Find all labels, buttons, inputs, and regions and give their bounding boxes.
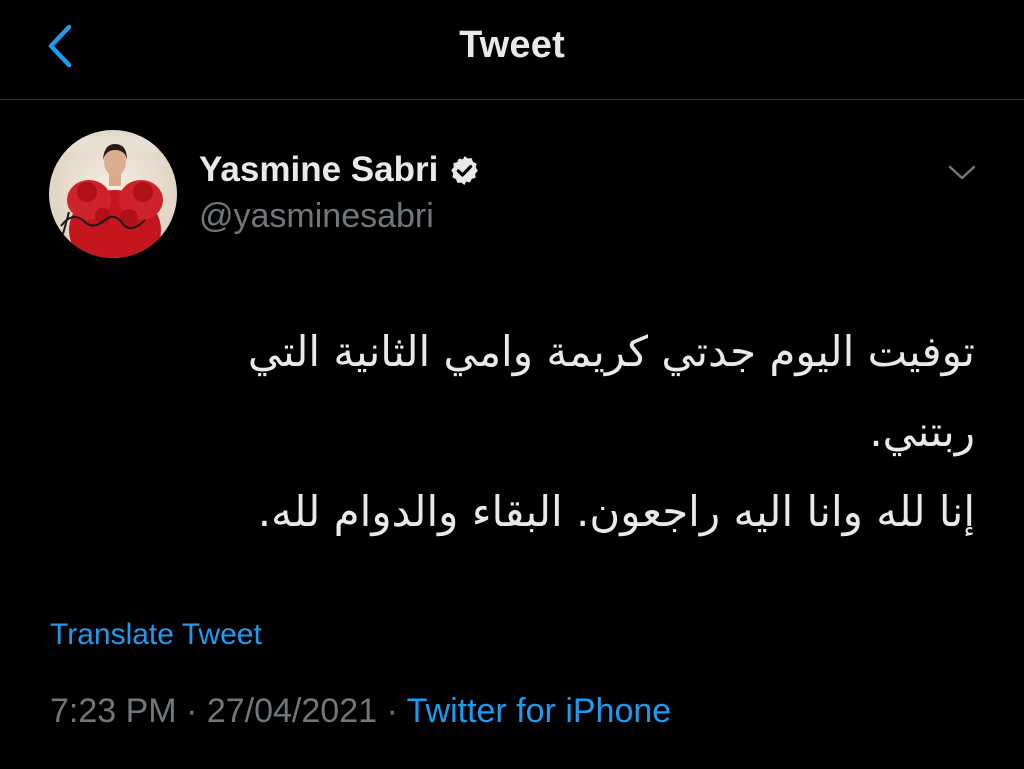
- tweet-time: 7:23 PM: [50, 692, 177, 730]
- tweet-source-link[interactable]: Twitter for iPhone: [407, 692, 672, 730]
- author-name-row[interactable]: Yasmine Sabri: [199, 150, 481, 190]
- tweet-text-line: إنا لله وانا اليه راجعون. البقاء والدوام…: [257, 487, 975, 536]
- author-display-name: Yasmine Sabri: [199, 150, 439, 189]
- page-title: Tweet: [459, 24, 565, 66]
- tweet-metadata: 7:23 PM · 27/04/2021 · Twitter for iPhon…: [50, 692, 671, 731]
- translate-tweet-link[interactable]: Translate Tweet: [50, 618, 262, 652]
- tweet-text: توفيت اليوم جدتي كريمة وامي الثانية التي…: [130, 312, 975, 552]
- avatar[interactable]: [49, 130, 177, 258]
- tweet-text-line: توفيت اليوم جدتي كريمة وامي الثانية التي…: [247, 327, 975, 456]
- author-handle[interactable]: @yasminesabri: [199, 197, 434, 236]
- navigation-bar: Tweet: [0, 0, 1024, 100]
- meta-separator: ·: [176, 692, 207, 730]
- verified-badge-icon: [451, 155, 479, 185]
- more-options-button[interactable]: [940, 155, 984, 191]
- chevron-down-icon: [948, 165, 976, 180]
- meta-separator: ·: [377, 692, 407, 730]
- profile-photo: [49, 130, 177, 258]
- tweet-date: 27/04/2021: [206, 692, 378, 730]
